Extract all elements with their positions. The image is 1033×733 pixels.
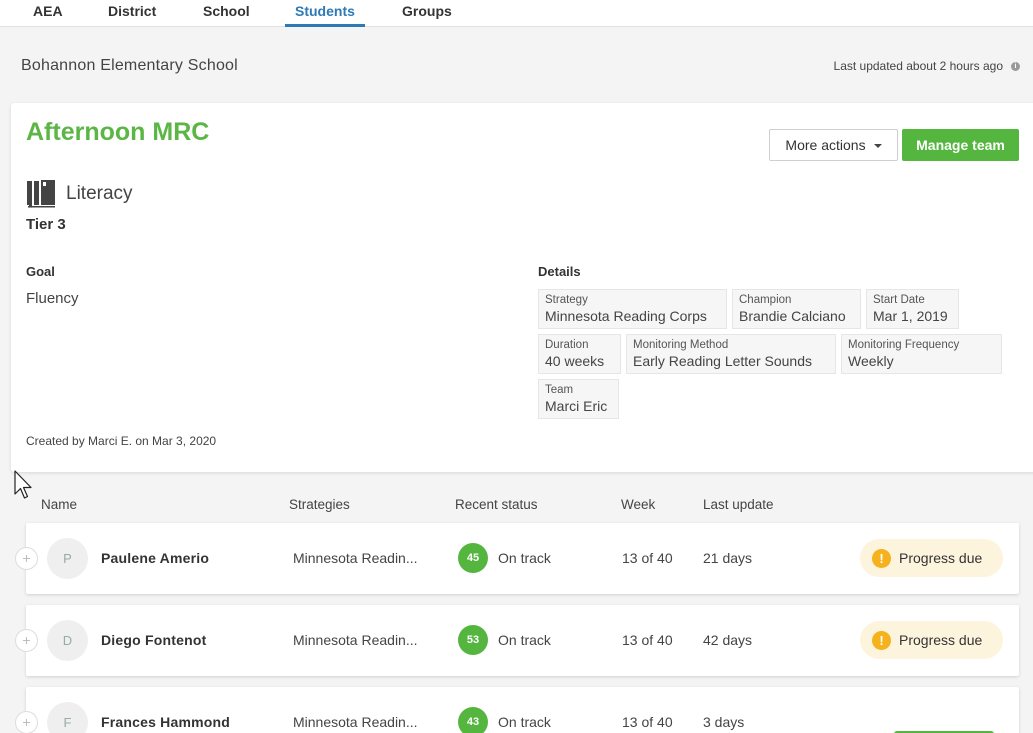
table-row[interactable]: D Diego Fontenot Minnesota Readin... 53 …	[26, 605, 1019, 676]
column-header-last-update[interactable]: Last update	[703, 497, 774, 512]
detail-value: Marci Eric	[545, 398, 608, 414]
student-name[interactable]: Frances Hammond	[101, 714, 230, 730]
mouse-cursor-icon	[14, 470, 32, 499]
column-header-week[interactable]: Week	[621, 497, 655, 512]
detail-monitoring-frequency: Monitoring Frequency Weekly	[841, 334, 1002, 374]
goal-label: Goal	[26, 264, 55, 279]
detail-key: Monitoring Method	[633, 339, 729, 351]
warning-icon: !	[872, 630, 891, 650]
student-strategy: Minnesota Readin...	[293, 550, 418, 566]
detail-value: Brandie Calciano	[739, 308, 846, 324]
detail-strategy: Strategy Minnesota Reading Corps	[538, 289, 727, 329]
school-name: Bohannon Elementary School	[21, 57, 238, 74]
detail-value: Early Reading Letter Sounds	[633, 353, 812, 369]
top-nav: AEA District School Students Groups	[0, 0, 1033, 27]
score-badge: 43	[458, 707, 488, 733]
score-badge: 53	[458, 625, 488, 655]
week-text: 13 of 40	[622, 632, 673, 648]
group-card: Afternoon MRC More actions Manage team L…	[11, 103, 1033, 472]
score-badge: 45	[458, 543, 488, 573]
tab-aea[interactable]: AEA	[33, 3, 63, 27]
table-row[interactable]: F Frances Hammond Minnesota Readin... 43…	[26, 687, 1019, 733]
avatar: D	[47, 620, 88, 661]
info-icon[interactable]: i	[1011, 61, 1020, 71]
column-header-name[interactable]: Name	[41, 497, 77, 512]
student-name[interactable]: Paulene Amerio	[101, 550, 209, 566]
tab-district[interactable]: District	[108, 3, 156, 27]
subject-label: Literacy	[66, 183, 133, 204]
avatar: F	[47, 702, 88, 733]
tab-groups[interactable]: Groups	[402, 3, 452, 27]
last-update-text: 3 days	[703, 714, 745, 730]
student-strategy: Minnesota Readin...	[293, 714, 418, 730]
detail-key: Team	[545, 384, 574, 396]
student-strategy: Minnesota Readin...	[293, 632, 418, 648]
tab-students[interactable]: Students	[285, 3, 365, 27]
subject: Literacy	[26, 179, 133, 209]
detail-key: Monitoring Frequency	[848, 339, 960, 351]
status-text: On track	[498, 550, 551, 566]
progress-due-label: Progress due	[899, 632, 983, 648]
progress-due-label: Progress due	[899, 550, 983, 566]
detail-monitoring-method: Monitoring Method Early Reading Letter S…	[626, 334, 836, 374]
group-title: Afternoon MRC	[26, 118, 210, 146]
expand-row-icon[interactable]: +	[15, 629, 38, 652]
last-updated: Last updated about 2 hours ago i	[834, 59, 1020, 73]
caret-down-icon	[873, 144, 882, 148]
detail-value: Weekly	[848, 353, 894, 369]
student-name[interactable]: Diego Fontenot	[101, 632, 206, 648]
detail-duration: Duration 40 weeks	[538, 334, 621, 374]
avatar: P	[47, 538, 88, 579]
status-text: On track	[498, 632, 551, 648]
book-icon	[27, 180, 55, 208]
goal-value: Fluency	[26, 290, 79, 307]
progress-due-button[interactable]: ! Progress due	[860, 539, 1003, 577]
detail-key: Duration	[545, 339, 589, 351]
expand-row-icon[interactable]: +	[15, 711, 38, 733]
last-updated-text: Last updated about 2 hours ago	[833, 59, 1003, 73]
warning-icon: !	[872, 548, 891, 568]
table-row[interactable]: P Paulene Amerio Minnesota Readin... 45 …	[26, 523, 1019, 594]
week-text: 13 of 40	[622, 714, 673, 730]
column-header-recent-status[interactable]: Recent status	[455, 497, 538, 512]
week-text: 13 of 40	[622, 550, 673, 566]
detail-key: Strategy	[545, 294, 588, 306]
tier-label: Tier 3	[26, 216, 66, 233]
details-label: Details	[538, 264, 581, 279]
expand-row-icon[interactable]: +	[15, 547, 38, 570]
detail-value: Minnesota Reading Corps	[545, 308, 707, 324]
last-update-text: 42 days	[703, 632, 753, 648]
detail-champion: Champion Brandie Calciano	[732, 289, 861, 329]
last-update-text: 21 days	[703, 550, 753, 566]
status-text: On track	[498, 714, 551, 730]
created-by: Created by Marci E. on Mar 3, 2020	[26, 434, 217, 448]
more-actions-label: More actions	[785, 137, 866, 153]
detail-value: Mar 1, 2019	[873, 308, 948, 324]
tab-school[interactable]: School	[203, 3, 250, 27]
progress-due-button[interactable]: ! Progress due	[860, 621, 1003, 659]
column-header-strategies[interactable]: Strategies	[289, 497, 350, 512]
more-actions-button[interactable]: More actions	[769, 129, 898, 161]
detail-key: Champion	[739, 294, 792, 306]
detail-team: Team Marci Eric	[538, 379, 619, 419]
detail-key: Start Date	[873, 294, 925, 306]
detail-value: 40 weeks	[545, 353, 605, 369]
detail-start-date: Start Date Mar 1, 2019	[866, 289, 959, 329]
manage-team-button[interactable]: Manage team	[902, 129, 1019, 161]
